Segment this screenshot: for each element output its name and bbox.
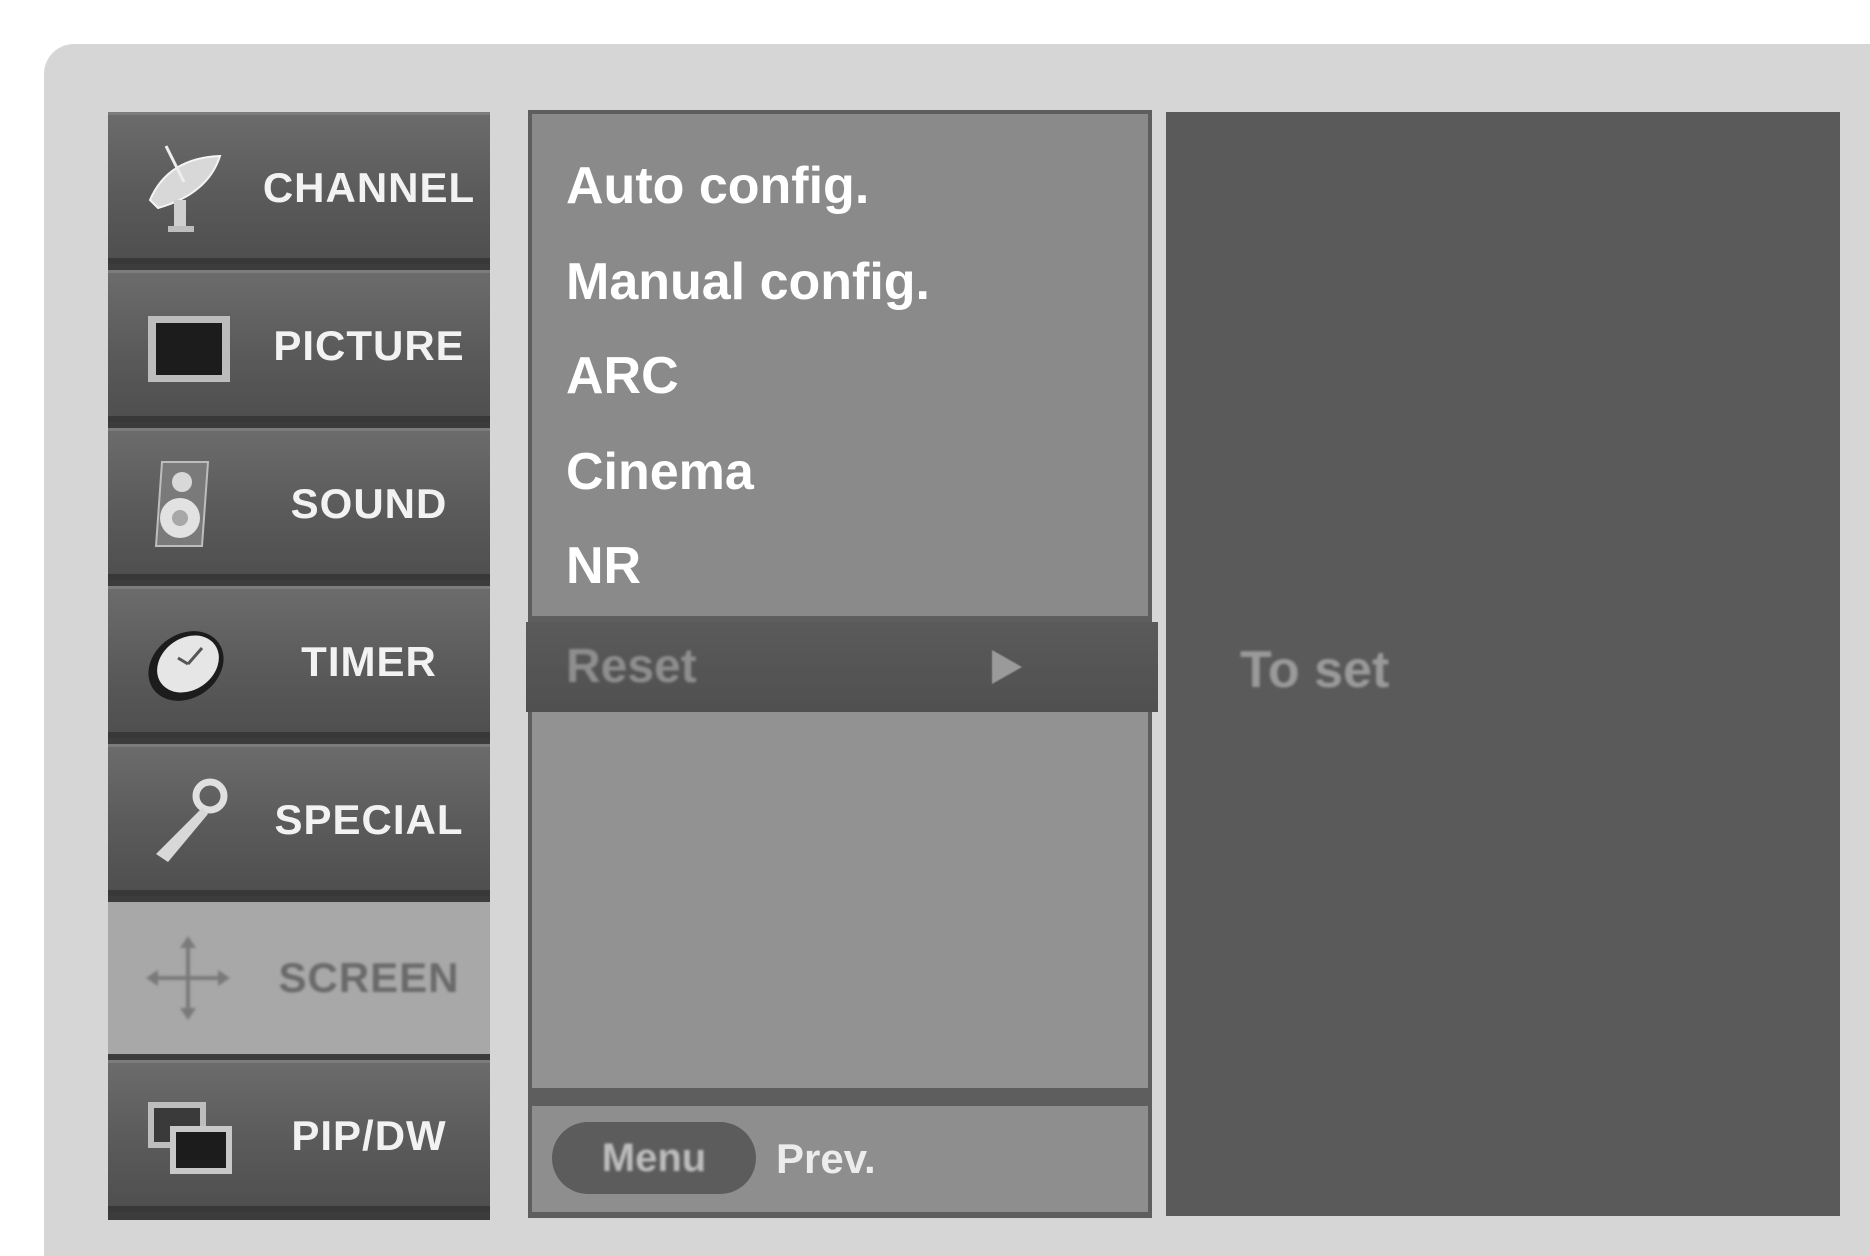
sidebar-item-label: PIP/DW [291,1112,447,1159]
menu-item-label: Reset [566,640,697,693]
sidebar-item-label: TIMER [301,638,437,685]
satellite-dish-icon [148,145,222,232]
sidebar-item-channel[interactable]: CHANNEL [108,112,490,264]
move-arrows-icon [146,936,230,1020]
sidebar-item-label: SCREEN [278,954,460,1001]
menu-button-label: Menu [601,1136,707,1180]
sidebar-item-picture[interactable]: PICTURE [108,270,490,422]
sidebar-item-label: SOUND [290,480,448,527]
menu-item-auto-config[interactable]: Auto config. [566,156,869,216]
prev-label: Prev. [776,1135,876,1182]
sidebar-item-screen[interactable]: SCREEN [108,902,490,1054]
right-arrow-icon [992,650,1022,684]
sidebar-item-timer[interactable]: TIMER [108,586,490,738]
sidebar-item-label: SPECIAL [274,796,464,843]
key-icon [156,778,228,862]
clock-icon [148,631,224,701]
tv-screen-icon [148,316,230,382]
sidebar-item-pip-dw[interactable]: PIP/DW [108,1060,490,1212]
menu-empty-area [532,712,1148,1088]
menu-button[interactable]: Menu [552,1122,756,1194]
menu-item-cinema[interactable]: Cinema [566,442,754,502]
sidebar-item-label: CHANNEL [262,164,476,211]
menu-item-arc[interactable]: ARC [566,346,679,406]
submenu-hint: To set [1240,641,1390,699]
menu-item-nr[interactable]: NR [566,536,641,596]
speaker-icon [154,461,210,547]
sidebar-item-special[interactable]: SPECIAL [108,744,490,896]
submenu-panel: To set [1166,112,1840,1216]
sidebar-item-label: PICTURE [273,322,465,369]
menu-item-manual-config[interactable]: Manual config. [566,252,930,312]
footer-bar: Menu Prev. [532,1106,1148,1212]
pip-windows-icon [148,1102,232,1174]
menu-item-reset[interactable]: Reset [526,622,1158,712]
sidebar-item-sound[interactable]: SOUND [108,428,490,580]
